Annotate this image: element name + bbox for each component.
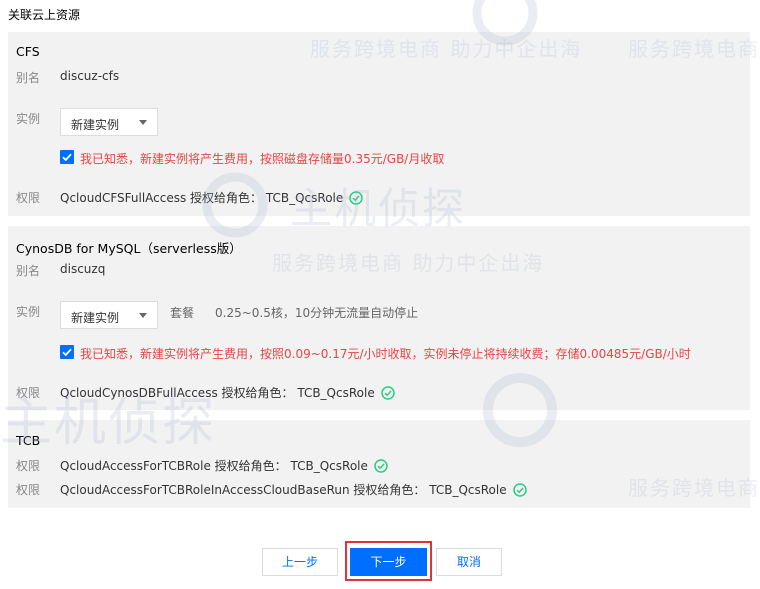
tcb-title: TCB <box>16 433 41 448</box>
cfs-fee-notice: 我已知悉，新建实例将产生费用，按照磁盘存储量0.35元/GB/月收取 <box>80 152 445 166</box>
cynosdb-fee-notice: 我已知悉，新建实例将产生费用，按照0.09~0.17元/小时收取，实例未停止将持… <box>80 347 691 361</box>
cfs-title: CFS <box>16 44 40 59</box>
tcb-perm-label-2: 权限 <box>16 483 41 497</box>
cynosdb-perm-row: QcloudCynosDBFullAccess 授权给角色： TCB_QcsRo… <box>60 384 395 401</box>
caret-down-icon <box>139 313 147 318</box>
cfs-section: CFS 别名 discuz-cfs 实例 新建实例 我已知悉，新建实例将产生费用… <box>8 32 750 216</box>
cynosdb-title: CynosDB for MySQL（serverless版） <box>16 241 242 256</box>
cynosdb-alias-label: 别名 <box>16 264 41 278</box>
cynosdb-instance-select-value: 新建实例 <box>71 311 120 325</box>
cfs-instance-select-value: 新建实例 <box>71 118 120 132</box>
success-check-icon <box>349 191 363 205</box>
page-title: 关联云上资源 <box>8 8 81 22</box>
cfs-perm-value: QcloudCFSFullAccess 授权给角色： TCB_QcsRole <box>60 191 344 205</box>
cfs-perm-label: 权限 <box>16 191 41 205</box>
caret-down-icon <box>139 120 147 125</box>
tcb-perm-value-2: QcloudAccessForTCBRoleInAccessCloudBaseR… <box>60 483 507 497</box>
prev-step-button[interactable]: 上一步 <box>262 548 338 576</box>
cynosdb-instance-label: 实例 <box>16 305 41 319</box>
cfs-alias-label: 别名 <box>16 71 41 85</box>
tcb-perm-value-1: QcloudAccessForTCBRole 授权给角色： TCB_QcsRol… <box>60 459 368 473</box>
cfs-agree-checkbox[interactable] <box>60 150 74 164</box>
cynosdb-package-value: 0.25~0.5核，10分钟无流量自动停止 <box>215 306 419 320</box>
cynosdb-instance-select[interactable]: 新建实例 <box>60 301 158 329</box>
cynosdb-perm-value: QcloudCynosDBFullAccess 授权给角色： TCB_QcsRo… <box>60 386 375 400</box>
cfs-perm-row: QcloudCFSFullAccess 授权给角色： TCB_QcsRole <box>60 189 363 206</box>
cynosdb-perm-label: 权限 <box>16 386 41 400</box>
check-icon <box>62 153 72 162</box>
tcb-section: TCB 权限 QcloudAccessForTCBRole 授权给角色： TCB… <box>8 420 750 508</box>
tcb-perm-row-2: QcloudAccessForTCBRoleInAccessCloudBaseR… <box>60 481 527 498</box>
tcb-perm-label: 权限 <box>16 459 41 473</box>
cynosdb-alias-value: discuzq <box>60 262 106 276</box>
next-step-button[interactable]: 下一步 <box>350 548 427 576</box>
cynosdb-agree-checkbox[interactable] <box>60 345 74 359</box>
cfs-instance-label: 实例 <box>16 112 41 126</box>
cfs-instance-select[interactable]: 新建实例 <box>60 108 158 136</box>
cynosdb-section: CynosDB for MySQL（serverless版） 别名 discuz… <box>8 226 750 410</box>
check-icon <box>62 348 72 357</box>
success-check-icon <box>374 459 388 473</box>
cancel-button[interactable]: 取消 <box>436 548 502 576</box>
success-check-icon <box>512 483 527 497</box>
cynosdb-package-label: 套餐 <box>170 306 195 320</box>
success-check-icon <box>380 386 395 400</box>
tcb-perm-row-1: QcloudAccessForTCBRole 授权给角色： TCB_QcsRol… <box>60 457 388 474</box>
cfs-alias-value: discuz-cfs <box>60 69 120 83</box>
